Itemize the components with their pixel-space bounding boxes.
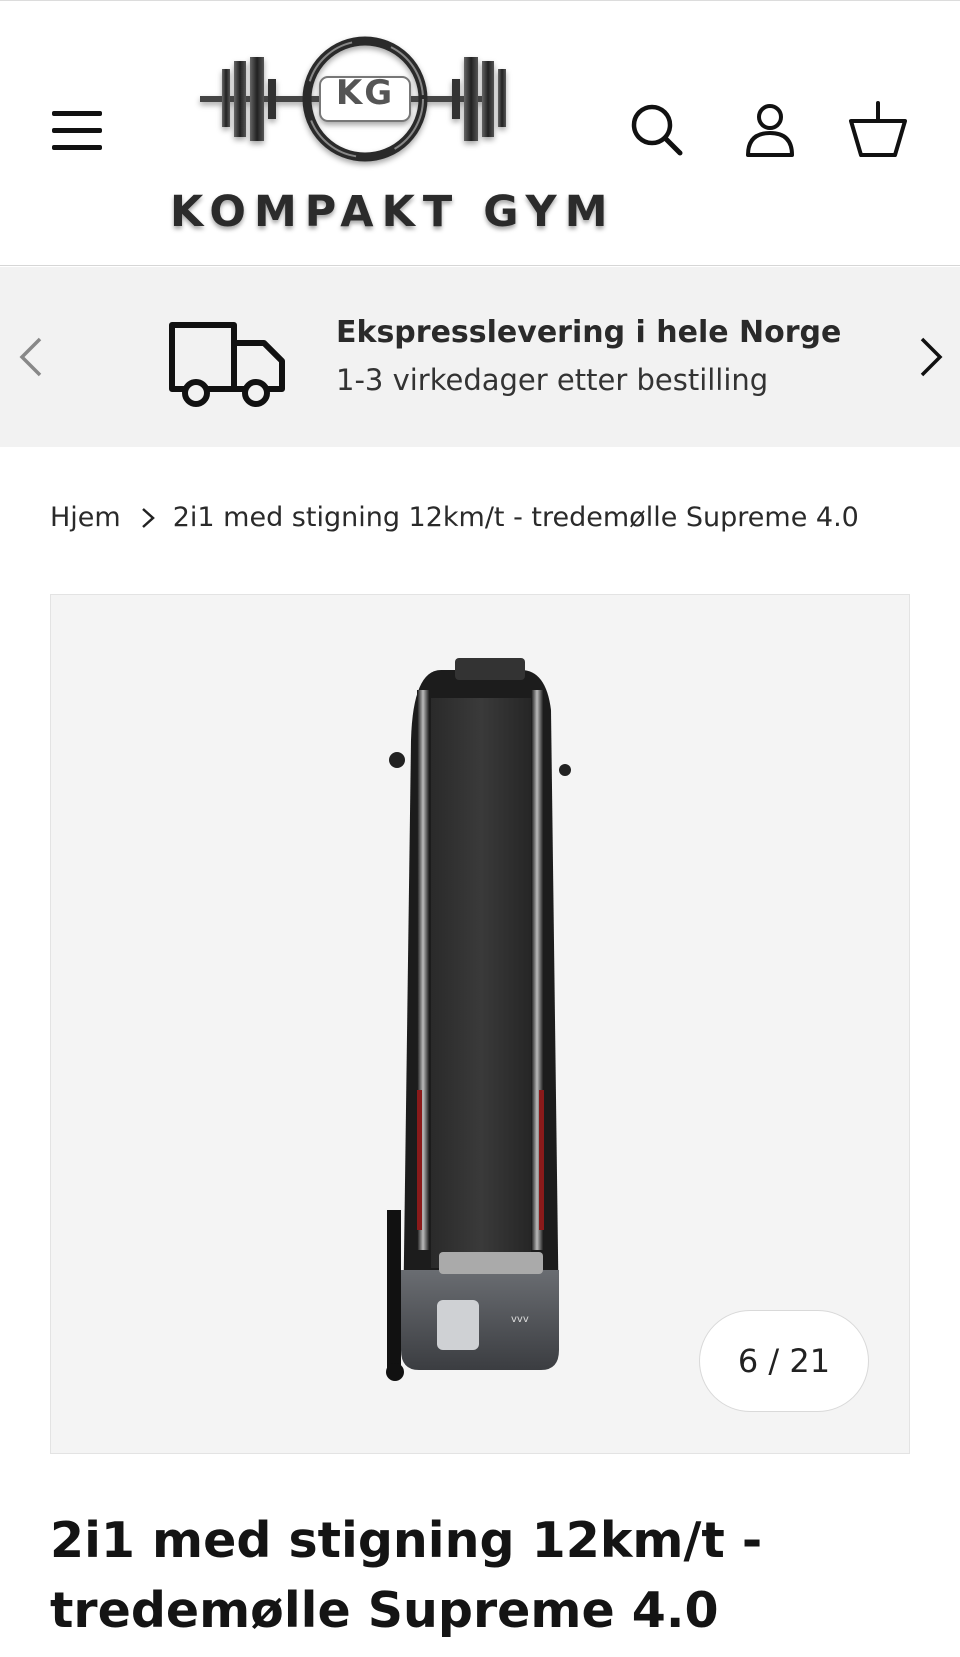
delivery-truck-icon — [168, 321, 288, 407]
chevron-left-icon[interactable] — [14, 333, 48, 381]
logo-wordmark: KOMPAKT GYM — [170, 187, 616, 237]
search-icon[interactable] — [628, 101, 688, 161]
product-title: 2i1 med stigning 12km/t - tredemølle Sup… — [50, 1512, 763, 1639]
product-image[interactable]: vvv — [381, 650, 581, 1395]
promo-subtitle: 1-3 virkedager etter bestilling — [336, 363, 769, 397]
image-counter: 6 / 21 — [699, 1310, 869, 1412]
basket-icon[interactable] — [848, 101, 908, 161]
chevron-right-icon — [139, 506, 157, 530]
promo-banner: Ekspresslevering i hele Norge 1-3 virked… — [0, 267, 960, 447]
breadcrumb-home-link[interactable]: Hjem — [50, 502, 121, 533]
breadcrumb: Hjem 2i1 med stigning 12km/t - tredemøll… — [50, 502, 859, 533]
breadcrumb-current: 2i1 med stigning 12km/t - tredemølle Sup… — [172, 502, 859, 533]
logo-monogram: KG — [335, 73, 395, 113]
hamburger-menu-icon[interactable] — [52, 111, 104, 157]
promo-title: Ekspresslevering i hele Norge — [336, 315, 842, 350]
svg-text:vvv: vvv — [511, 1314, 529, 1325]
chevron-right-icon[interactable] — [914, 333, 948, 381]
site-header: KG KOMPAKT GYM — [0, 0, 960, 266]
account-icon[interactable] — [740, 101, 800, 161]
product-gallery[interactable]: vvv 6 / 21 — [50, 594, 910, 1454]
